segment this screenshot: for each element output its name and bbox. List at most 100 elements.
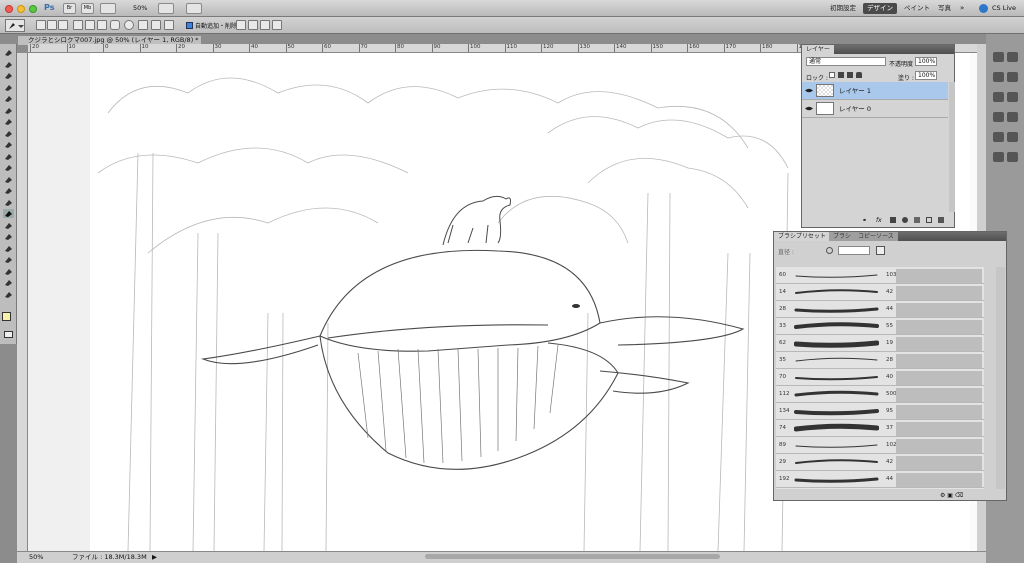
brush-panel-header[interactable]: ブラシプリセット ブラシ コピーソース bbox=[774, 232, 1006, 241]
layer-row[interactable]: レイヤー 0 bbox=[802, 100, 948, 118]
brush-preset-row[interactable]: 62 19 bbox=[776, 335, 984, 352]
quick-select-tool-icon[interactable] bbox=[3, 83, 14, 92]
path-exclude-icon[interactable] bbox=[272, 20, 282, 30]
cs-live-icon[interactable] bbox=[979, 4, 988, 13]
marquee-tool-icon[interactable] bbox=[3, 60, 14, 69]
path-selection-tool-icon[interactable] bbox=[3, 232, 14, 241]
workspace-design[interactable]: デザイン bbox=[863, 3, 897, 14]
horizontal-scrollbar-thumb[interactable] bbox=[425, 554, 720, 559]
tab-brush[interactable]: ブラシ bbox=[829, 232, 855, 241]
auto-add-delete-checkbox[interactable] bbox=[186, 22, 193, 29]
delete-layer-icon[interactable] bbox=[938, 217, 944, 223]
minibridge-button[interactable]: Mb bbox=[81, 3, 94, 14]
gradient-tool-icon[interactable] bbox=[3, 175, 14, 184]
pen-tool-preset-picker[interactable] bbox=[5, 19, 25, 32]
rounded-rectangle-icon[interactable] bbox=[110, 20, 120, 30]
pen-tool-icon[interactable] bbox=[3, 209, 14, 218]
ellipse-icon[interactable] bbox=[124, 20, 134, 30]
screen-mode-icon[interactable] bbox=[186, 3, 202, 14]
workspace-painting[interactable]: ペイント bbox=[900, 3, 934, 14]
brush-list-scrollbar[interactable] bbox=[996, 267, 1005, 489]
workspace-more-icon[interactable]: » bbox=[960, 4, 964, 12]
tab-clone-source[interactable]: コピーソース bbox=[854, 232, 898, 241]
brush-preset-row[interactable]: 89 102 bbox=[776, 437, 984, 454]
zoom-window-button[interactable] bbox=[29, 5, 37, 13]
brush-preset-row[interactable]: 28 44 bbox=[776, 301, 984, 318]
brush-preset-row[interactable]: 70 40 bbox=[776, 369, 984, 386]
lock-transparent-icon[interactable] bbox=[829, 72, 835, 78]
zoom-level-menu[interactable]: 50% bbox=[133, 4, 147, 12]
custom-shape-icon[interactable] bbox=[164, 20, 174, 30]
dodge-tool-icon[interactable] bbox=[3, 198, 14, 207]
dock-history-icon[interactable] bbox=[1007, 132, 1018, 142]
brush-preset-row[interactable]: 29 42 bbox=[776, 454, 984, 471]
lock-all-icon[interactable] bbox=[856, 72, 862, 78]
foreground-color-swatch[interactable] bbox=[2, 312, 11, 321]
brush-panel-footer-icons[interactable]: ⚙ ▣ ⌫ bbox=[940, 492, 963, 499]
lasso-tool-icon[interactable] bbox=[3, 71, 14, 80]
rectangle-icon[interactable] bbox=[97, 20, 107, 30]
crop-tool-icon[interactable] bbox=[3, 94, 14, 103]
brush-preset-row[interactable]: 74 37 bbox=[776, 420, 984, 437]
dock-color-icon[interactable] bbox=[993, 52, 1004, 62]
layer-row[interactable]: レイヤー 1 bbox=[802, 82, 948, 100]
layer-name[interactable]: レイヤー 0 bbox=[839, 100, 871, 118]
freeform-pen-icon[interactable] bbox=[85, 20, 95, 30]
paths-icon[interactable] bbox=[47, 20, 57, 30]
dock-navigator-icon[interactable] bbox=[1007, 112, 1018, 122]
brush-preset-row[interactable]: 60 103 bbox=[776, 267, 984, 284]
blend-mode-select[interactable]: 通常 bbox=[806, 57, 886, 66]
brush-preset-row[interactable]: 112 500 bbox=[776, 386, 984, 403]
lock-image-icon[interactable] bbox=[838, 72, 844, 78]
dock-info-icon[interactable] bbox=[993, 152, 1004, 162]
arrange-documents-icon[interactable] bbox=[158, 3, 174, 14]
layers-panel-header[interactable]: レイヤー bbox=[802, 45, 954, 54]
add-mask-icon[interactable] bbox=[890, 217, 896, 223]
spot-healing-tool-icon[interactable] bbox=[3, 117, 14, 126]
history-brush-tool-icon[interactable] bbox=[3, 152, 14, 161]
brush-tool-icon[interactable] bbox=[3, 129, 14, 138]
shape-layers-icon[interactable] bbox=[36, 20, 46, 30]
line-icon[interactable] bbox=[151, 20, 161, 30]
type-tool-icon[interactable] bbox=[3, 221, 14, 230]
zoom-tool-icon[interactable] bbox=[3, 290, 14, 299]
adjustment-layer-icon[interactable] bbox=[902, 217, 908, 223]
bridge-button[interactable]: Br bbox=[63, 3, 76, 14]
dock-character-icon[interactable] bbox=[1007, 52, 1018, 62]
brush-panel-toggle-icon[interactable] bbox=[876, 246, 885, 255]
brush-preset-row[interactable]: 35 28 bbox=[776, 352, 984, 369]
dock-masks-icon[interactable] bbox=[993, 112, 1004, 122]
path-intersect-icon[interactable] bbox=[260, 20, 270, 30]
brush-preset-row[interactable]: 33 55 bbox=[776, 318, 984, 335]
status-menu-arrow-icon[interactable]: ▶ bbox=[152, 552, 157, 563]
rectangle-tool-icon[interactable] bbox=[3, 244, 14, 253]
clone-stamp-tool-icon[interactable] bbox=[3, 140, 14, 149]
layer-name[interactable]: レイヤー 1 bbox=[839, 82, 871, 100]
workspace-essentials[interactable]: 初期設定 bbox=[826, 3, 860, 14]
new-group-icon[interactable] bbox=[914, 217, 920, 223]
brush-preset-row[interactable]: 192 44 bbox=[776, 471, 984, 488]
dock-paragraph-icon[interactable] bbox=[1007, 72, 1018, 82]
layer-visibility-eye-icon[interactable] bbox=[805, 105, 813, 112]
blur-tool-icon[interactable] bbox=[3, 186, 14, 195]
fill-pixels-icon[interactable] bbox=[58, 20, 68, 30]
layer-visibility-eye-icon[interactable] bbox=[805, 87, 813, 94]
minimize-window-button[interactable] bbox=[17, 5, 25, 13]
status-zoom-field[interactable]: 50% bbox=[29, 552, 43, 563]
opacity-field[interactable]: 100% bbox=[915, 57, 937, 66]
layer-style-icon[interactable]: fx bbox=[876, 217, 882, 224]
new-layer-icon[interactable] bbox=[926, 217, 932, 223]
tab-layers[interactable]: レイヤー bbox=[802, 45, 834, 54]
quick-mask-icon[interactable] bbox=[4, 331, 13, 338]
3d-rotate-tool-icon[interactable] bbox=[3, 255, 14, 264]
tab-brush-presets[interactable]: ブラシプリセット bbox=[774, 232, 830, 241]
layers-scrollbar[interactable] bbox=[949, 82, 955, 212]
eyedropper-tool-icon[interactable] bbox=[3, 106, 14, 115]
workspace-photography[interactable]: 写真 bbox=[934, 3, 955, 14]
dock-styles-icon[interactable] bbox=[993, 132, 1004, 142]
cs-live-menu[interactable]: CS Live bbox=[992, 4, 1016, 12]
view-extras-icon[interactable] bbox=[100, 3, 116, 14]
link-layers-icon[interactable]: ⚭ bbox=[862, 217, 867, 224]
dock-3d-icon[interactable] bbox=[1007, 92, 1018, 102]
path-add-icon[interactable] bbox=[236, 20, 246, 30]
